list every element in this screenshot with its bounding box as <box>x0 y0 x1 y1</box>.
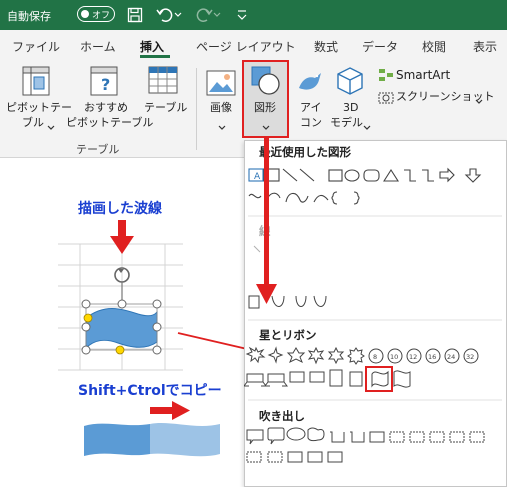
icons-label-1[interactable]: アイ <box>300 101 321 115</box>
recommended-pivot-icon[interactable]: ? <box>90 66 120 101</box>
chevron-down-icon[interactable] <box>363 120 371 134</box>
chevron-down-icon[interactable] <box>218 120 226 134</box>
redo-dropdown-icon[interactable] <box>211 4 223 26</box>
group-separator <box>196 68 197 150</box>
svg-text:10: 10 <box>390 353 398 361</box>
shapes-gallery[interactable]: A 8 10 12 16 24 32 <box>244 160 507 487</box>
copy-annotation-title: Shift+Ctrolでコピー <box>78 383 222 399</box>
svg-text:12: 12 <box>409 353 417 361</box>
down-arrow <box>110 220 134 254</box>
tab-review[interactable]: 校閲 <box>422 38 446 55</box>
camera-icon[interactable] <box>378 90 394 107</box>
smartart-icon[interactable] <box>378 68 394 85</box>
active-tab-indicator <box>140 55 170 58</box>
table-icon[interactable] <box>148 66 180 99</box>
autosave-label: 自動保存 <box>7 10 51 23</box>
ribbon-tabs: ファイル ホーム 挿入 ページ レイアウト 数式 データ 校閲 表示 <box>0 30 507 60</box>
smartart-label[interactable]: SmartArt <box>396 68 450 82</box>
callouts-title: 吹き出し <box>259 409 305 423</box>
autosave-toggle[interactable]: オフ <box>77 6 115 22</box>
pointer-arrow <box>256 138 277 304</box>
tab-insert[interactable]: 挿入 <box>140 38 164 55</box>
stars-ribbons-title: 星とリボン <box>259 328 317 342</box>
model3d-label-1[interactable]: 3D <box>343 101 358 115</box>
tab-view[interactable]: 表示 <box>473 38 497 55</box>
icons-bird-icon[interactable] <box>295 66 325 99</box>
tab-formulas[interactable]: 数式 <box>314 38 338 55</box>
original-wave-copy <box>84 423 150 456</box>
pivot-table-label-2[interactable]: ブル <box>22 116 44 130</box>
svg-text:8: 8 <box>373 353 377 361</box>
model3d-label-2[interactable]: モデル <box>330 116 363 130</box>
icons-label-2[interactable]: コン <box>300 116 322 130</box>
title-bar: 自動保存 オフ <box>0 0 507 30</box>
tab-home[interactable]: ホーム <box>80 38 116 55</box>
chevron-down-icon[interactable] <box>262 120 270 134</box>
recommended-pivot-label-2[interactable]: ピボットテーブル <box>66 116 153 130</box>
customize-toolbar-icon[interactable] <box>231 4 253 26</box>
toggle-state: オフ <box>92 11 111 21</box>
chevron-down-icon[interactable] <box>47 120 55 134</box>
tab-data[interactable]: データ <box>362 38 398 55</box>
table-label[interactable]: テーブル <box>144 101 187 115</box>
tab-file[interactable]: ファイル <box>12 38 60 55</box>
undo-dropdown-icon[interactable] <box>172 4 184 26</box>
image-label[interactable]: 画像 <box>210 101 232 115</box>
image-icon[interactable] <box>206 70 236 99</box>
chevron-down-icon[interactable] <box>475 94 483 108</box>
svg-text:24: 24 <box>447 353 455 361</box>
pivot-table-icon[interactable] <box>22 66 52 101</box>
svg-text:16: 16 <box>428 353 436 361</box>
right-arrow <box>150 401 190 420</box>
pivot-table-label-1[interactable]: ピボットテー <box>6 101 72 115</box>
shapes-label[interactable]: 図形 <box>254 101 276 115</box>
svg-text:32: 32 <box>466 353 474 361</box>
table-group-label: テーブル <box>76 143 120 156</box>
cube-3d-icon[interactable] <box>336 66 364 99</box>
svg-text:?: ? <box>101 75 110 94</box>
duplicated-wave <box>150 423 220 457</box>
selected-wave-shape <box>85 308 158 350</box>
toggle-knob <box>81 9 89 18</box>
recommended-pivot-label-1[interactable]: おすすめ <box>84 101 128 115</box>
tab-page-layout[interactable]: ページ レイアウト <box>196 38 296 55</box>
shapes-icon[interactable] <box>251 66 281 99</box>
save-icon[interactable] <box>124 4 146 26</box>
